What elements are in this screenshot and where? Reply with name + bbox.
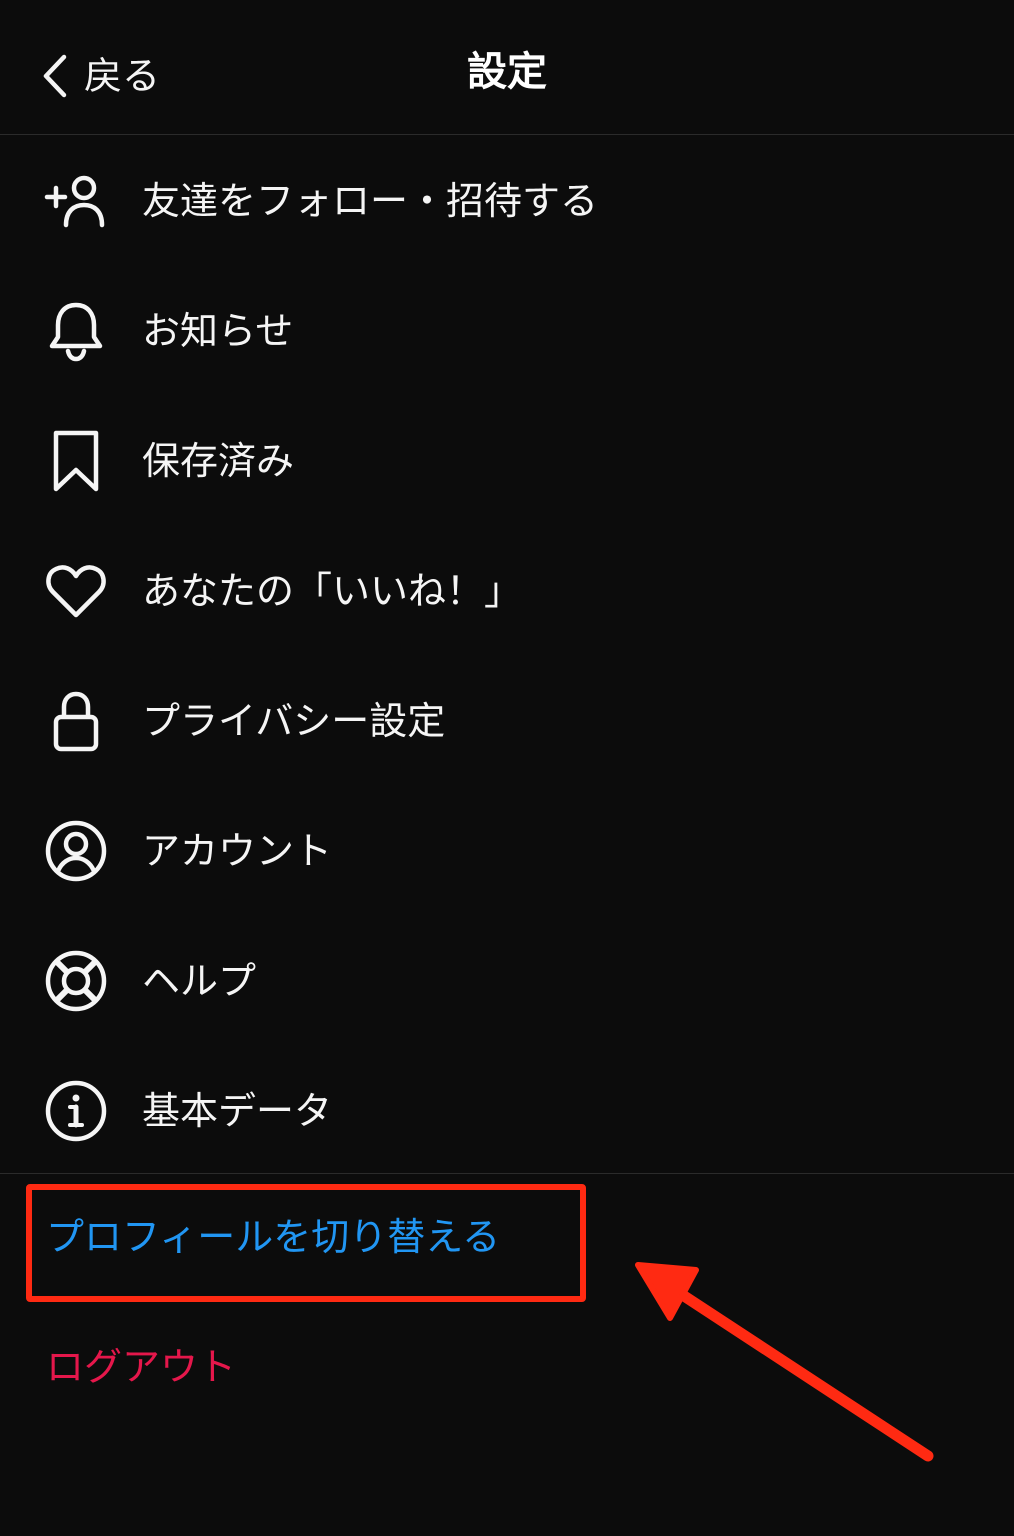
menu-item-label: お知らせ (142, 309, 294, 353)
menu-item-label: 保存済み (142, 439, 295, 483)
account-circle-icon (44, 819, 108, 883)
menu-item-privacy[interactable]: プライバシー設定 (0, 656, 1014, 786)
menu-item-account[interactable]: アカウント (0, 786, 1014, 916)
menu-item-saved[interactable]: 保存済み (0, 396, 1014, 526)
menu-item-label: プライバシー設定 (142, 699, 446, 743)
menu-item-label: ヘルプ (142, 959, 257, 1003)
menu-item-help[interactable]: ヘルプ (0, 916, 1014, 1046)
lock-icon (44, 689, 108, 753)
lifebuoy-icon (44, 949, 108, 1013)
menu-item-label: 友達をフォロー・招待する (142, 179, 599, 223)
menu-item-label: 基本データ (142, 1089, 333, 1133)
logout-link[interactable]: ログアウト (46, 1348, 236, 1386)
info-icon (44, 1079, 108, 1143)
annotation-arrow (635, 1262, 934, 1462)
menu-item-label: アカウント (142, 829, 333, 873)
menu-item-follow-invite[interactable]: 友達をフォロー・招待する (0, 136, 1014, 266)
header: 戻る 設定 (0, 0, 1014, 135)
switch-profile-link[interactable]: プロフィールを切り替える (46, 1218, 500, 1256)
menu-item-likes[interactable]: あなたの「いいね！」 (0, 526, 1014, 656)
menu-item-notifications[interactable]: お知らせ (0, 266, 1014, 396)
settings-menu: 友達をフォロー・招待する お知らせ 保存済み あなたの「いいね！」 プライバシー… (0, 136, 1014, 1176)
page-title: 設定 (467, 49, 547, 95)
add-user-icon (44, 169, 108, 233)
bell-icon (44, 299, 108, 363)
heart-icon (44, 559, 108, 623)
bookmark-icon (44, 429, 108, 493)
menu-item-label: あなたの「いいね！」 (142, 569, 523, 613)
section-divider (0, 1173, 1014, 1174)
menu-item-about[interactable]: 基本データ (0, 1046, 1014, 1176)
